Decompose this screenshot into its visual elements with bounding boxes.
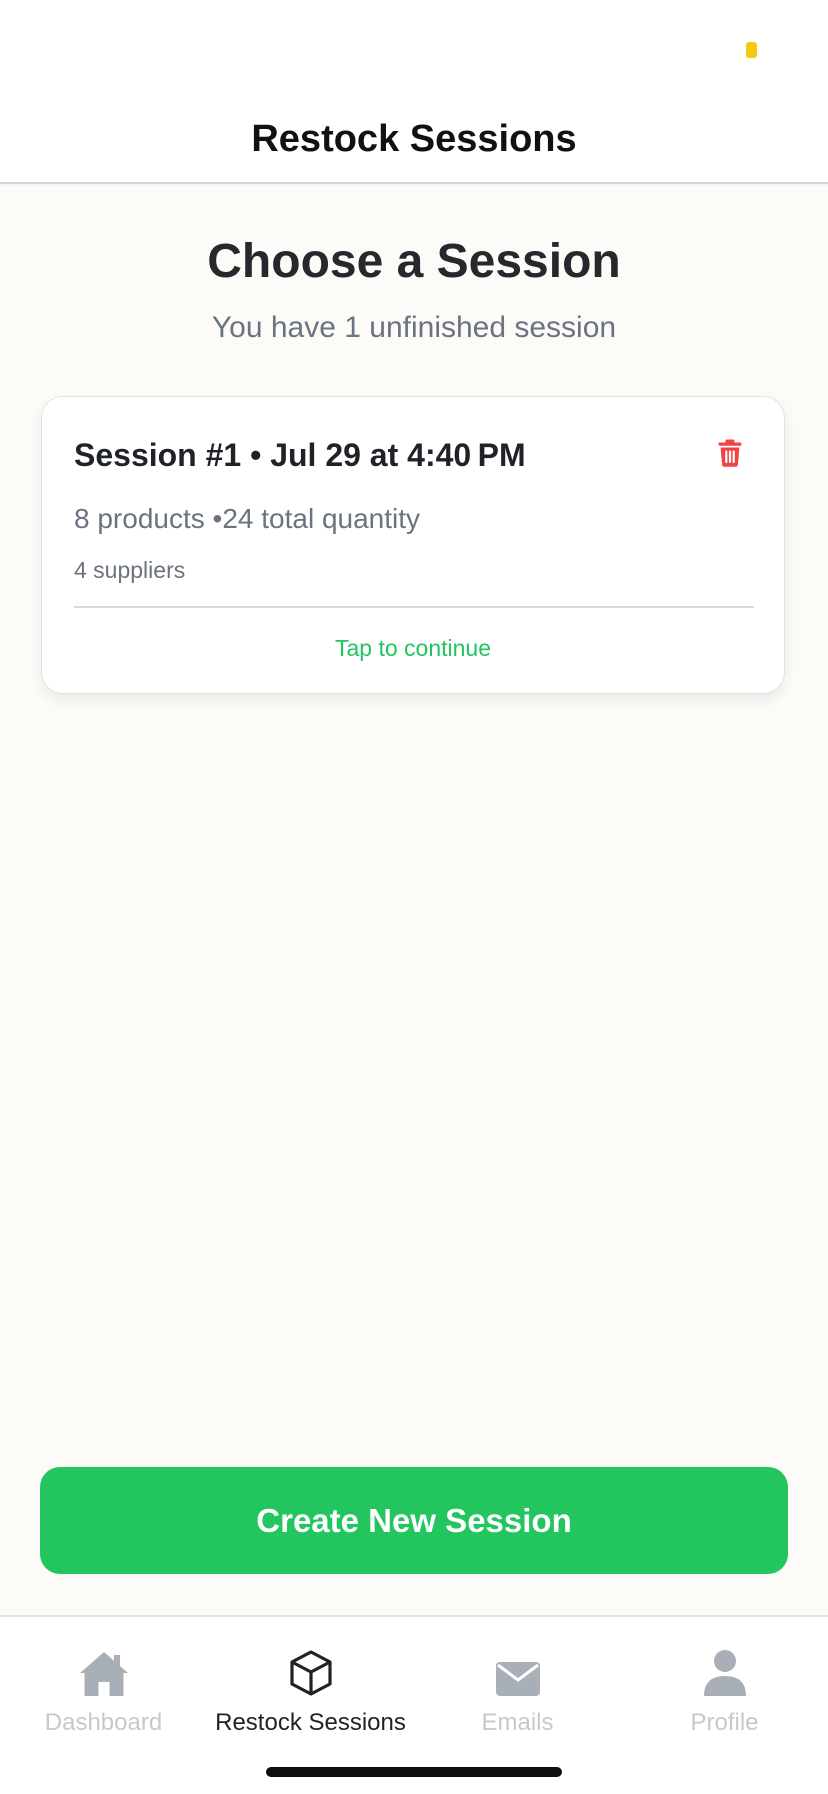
tab-restock-sessions[interactable]: Restock Sessions: [207, 1645, 414, 1737]
tab-label-emails: Emails: [481, 1709, 554, 1736]
navigation-header: Restock Sessions: [0, 96, 828, 184]
page-title: Restock Sessions: [251, 118, 577, 160]
tab-profile[interactable]: Profile: [621, 1645, 828, 1737]
tab-emails[interactable]: Emails: [414, 1645, 621, 1737]
card-divider: [74, 606, 754, 608]
delete-session-button[interactable]: [712, 435, 748, 471]
create-new-session-button[interactable]: Create New Session: [40, 1467, 788, 1574]
home-icon: [79, 1652, 128, 1696]
trash-icon: [718, 439, 742, 467]
choose-session-heading: Choose a Session: [207, 235, 621, 288]
status-indicator-dot: [746, 42, 757, 58]
tab-label-restock-sessions: Restock Sessions: [215, 1709, 406, 1736]
session-suppliers: 4 suppliers: [74, 557, 186, 583]
person-icon: [703, 1650, 746, 1696]
tab-label-dashboard: Dashboard: [44, 1709, 163, 1736]
tab-dashboard[interactable]: Dashboard: [0, 1645, 207, 1737]
home-indicator: [266, 1767, 562, 1777]
mail-icon: [495, 1662, 540, 1696]
box-icon: [289, 1650, 332, 1696]
tab-label-profile: Profile: [690, 1709, 759, 1736]
status-bar: [0, 0, 828, 96]
session-card[interactable]: Session #1 • Jul 29 at 4:40 PM 8 product…: [41, 396, 785, 694]
unfinished-sessions-subtitle: You have 1 unfinished session: [211, 311, 617, 344]
session-stats: 8 products •24 total quantity: [74, 503, 421, 534]
tap-to-continue-link[interactable]: Tap to continue: [42, 635, 784, 662]
session-title: Session #1 • Jul 29 at 4:40 PM: [74, 437, 526, 473]
